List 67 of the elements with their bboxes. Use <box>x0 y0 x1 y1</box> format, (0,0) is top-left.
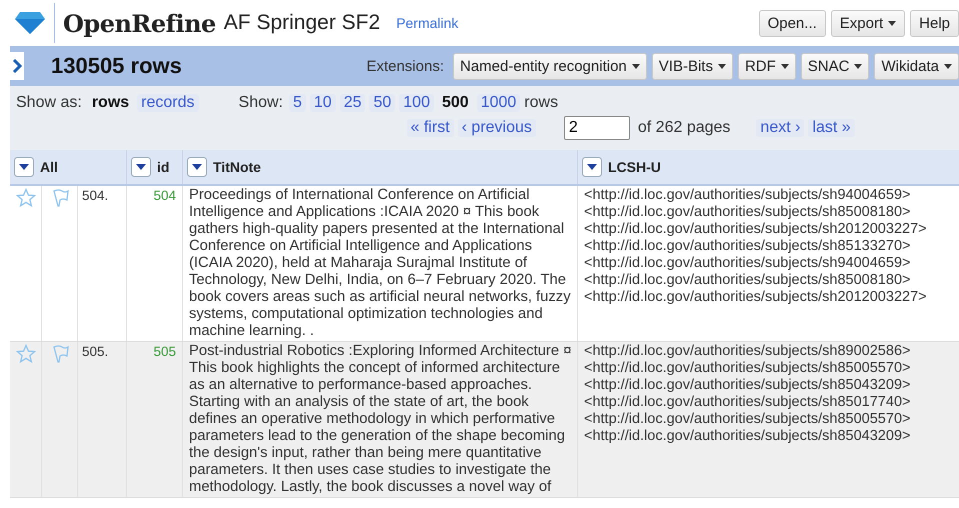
extension-menu-button[interactable]: Named-entity recognition <box>453 52 647 80</box>
app-name: OpenRefine <box>63 8 216 38</box>
header-button[interactable]: Export <box>830 10 906 36</box>
dropdown-icon[interactable] <box>582 157 602 177</box>
subject-uri: <http://id.loc.gov/authorities/subjects/sh85005570> <box>584 360 910 377</box>
page-size-link[interactable]: 10 <box>310 94 336 112</box>
column-header[interactable]: TitNote <box>183 150 578 184</box>
page-count: of 262 pages <box>638 119 730 137</box>
row-number: 504. <box>78 186 127 341</box>
caret-icon <box>854 64 862 68</box>
page-size-link[interactable]: 5 <box>288 94 306 112</box>
caret-icon <box>718 64 726 68</box>
subject-uri: <http://id.loc.gov/authorities/subjects/sh85008180> <box>584 272 910 289</box>
page-input[interactable]: 2 <box>564 116 630 140</box>
row-number: 505. <box>78 342 127 497</box>
extension-menu-button[interactable]: VIB-Bits <box>652 52 733 80</box>
extensions-label: Extensions: <box>366 58 444 74</box>
caret-icon <box>632 64 640 68</box>
subject-uri: <http://id.loc.gov/authorities/subjects/sh85017740> <box>584 394 910 411</box>
titnote-cell: Post-industrial Robotics :Exploring Informed Architecture ¤ This book highlights the concept of informed architecture as an alternative to performance-based approaches. Starting with an analysis of the state of art, the book defines an operative methodology in which performative parameters lead to the generation of the shape becoming the design's input, rather than being mere quantitative parameters. It then uses case studies to investigate the methodology. Lastly, the book discusses a novel way of <box>183 342 578 497</box>
caret-icon <box>780 64 789 68</box>
row-count: 130505 rows <box>51 53 182 79</box>
id-cell: 505 <box>127 342 183 497</box>
rows-label: rows <box>524 94 558 112</box>
first-page-link[interactable]: « first <box>406 119 454 137</box>
page-size-link[interactable]: 50 <box>369 94 396 112</box>
subject-uri: <http://id.loc.gov/authorities/subjects/sh85005570> <box>584 411 910 428</box>
project-name: AF Springer SF2 <box>224 11 380 35</box>
expand-icon[interactable] <box>10 52 24 80</box>
subject-uri: <http://id.loc.gov/authorities/subjects/sh89002586> <box>584 343 910 360</box>
caret-icon <box>944 64 952 68</box>
view-mode-link[interactable]: records <box>137 94 199 112</box>
page-size-link[interactable]: 100 <box>399 94 434 112</box>
id-cell: 504 <box>127 186 183 341</box>
header-button[interactable]: Open... <box>758 10 826 36</box>
dropdown-icon[interactable] <box>187 157 207 177</box>
page-size-link[interactable]: 25 <box>340 94 366 112</box>
next-page-link[interactable]: next › <box>756 119 804 137</box>
header-button[interactable]: Help <box>910 10 959 36</box>
extension-menu-button[interactable]: RDF <box>738 52 796 80</box>
extension-menu-button[interactable]: SNAC <box>800 52 870 80</box>
diamond-logo-icon <box>14 11 46 35</box>
star-icon[interactable] <box>16 188 36 208</box>
previous-page-link[interactable]: ‹ previous <box>458 119 536 137</box>
view-mode-link[interactable]: rows <box>88 94 134 112</box>
column-header[interactable]: All <box>10 150 127 184</box>
subject-uri: <http://id.loc.gov/authorities/subjects/sh85133270> <box>584 238 910 255</box>
subject-uri: <http://id.loc.gov/authorities/subjects/sh85043209> <box>584 428 910 445</box>
subject-uri: <http://id.loc.gov/authorities/subjects/sh2012003227> <box>584 221 927 238</box>
subject-uri: <http://id.loc.gov/authorities/subjects/sh94004659> <box>584 187 910 204</box>
subject-uri: <http://id.loc.gov/authorities/subjects/sh85008180> <box>584 204 910 221</box>
extension-menu-button[interactable]: Wikidata <box>874 52 959 80</box>
subject-uri: <http://id.loc.gov/authorities/subjects/sh85043209> <box>584 377 910 394</box>
page-size-link[interactable]: 1000 <box>476 94 520 112</box>
column-header[interactable]: id <box>127 150 183 184</box>
subject-uri: <http://id.loc.gov/authorities/subjects/sh2012003227> <box>584 289 927 306</box>
show-label: Show: <box>238 94 283 112</box>
column-header[interactable]: LCSH-U <box>578 150 959 184</box>
dropdown-icon[interactable] <box>14 157 34 177</box>
dropdown-icon[interactable] <box>131 157 151 177</box>
last-page-link[interactable]: last » <box>808 119 855 137</box>
show-as-label: Show as: <box>16 94 82 112</box>
star-icon[interactable] <box>16 344 36 364</box>
titnote-cell: Proceedings of International Conference on Artificial Intelligence and Applications :ICAIA 2020 ¤ This book gathers high-quality papers presented at the International Conference on Artificial Intelligence and Applications (ICAIA 2020), held at Maharaja Surajmal Institute of Technology, New Delhi, India, on 6–7 February 2020. The book covers areas such as artificial neural networks, fuzzy systems, computational optimization technologies and machine learning. . <box>183 186 578 341</box>
subject-uri: <http://id.loc.gov/authorities/subjects/sh94004659> <box>584 255 910 272</box>
page-size-link[interactable]: 500 <box>438 94 473 112</box>
permalink-link[interactable]: Permalink <box>396 15 458 31</box>
